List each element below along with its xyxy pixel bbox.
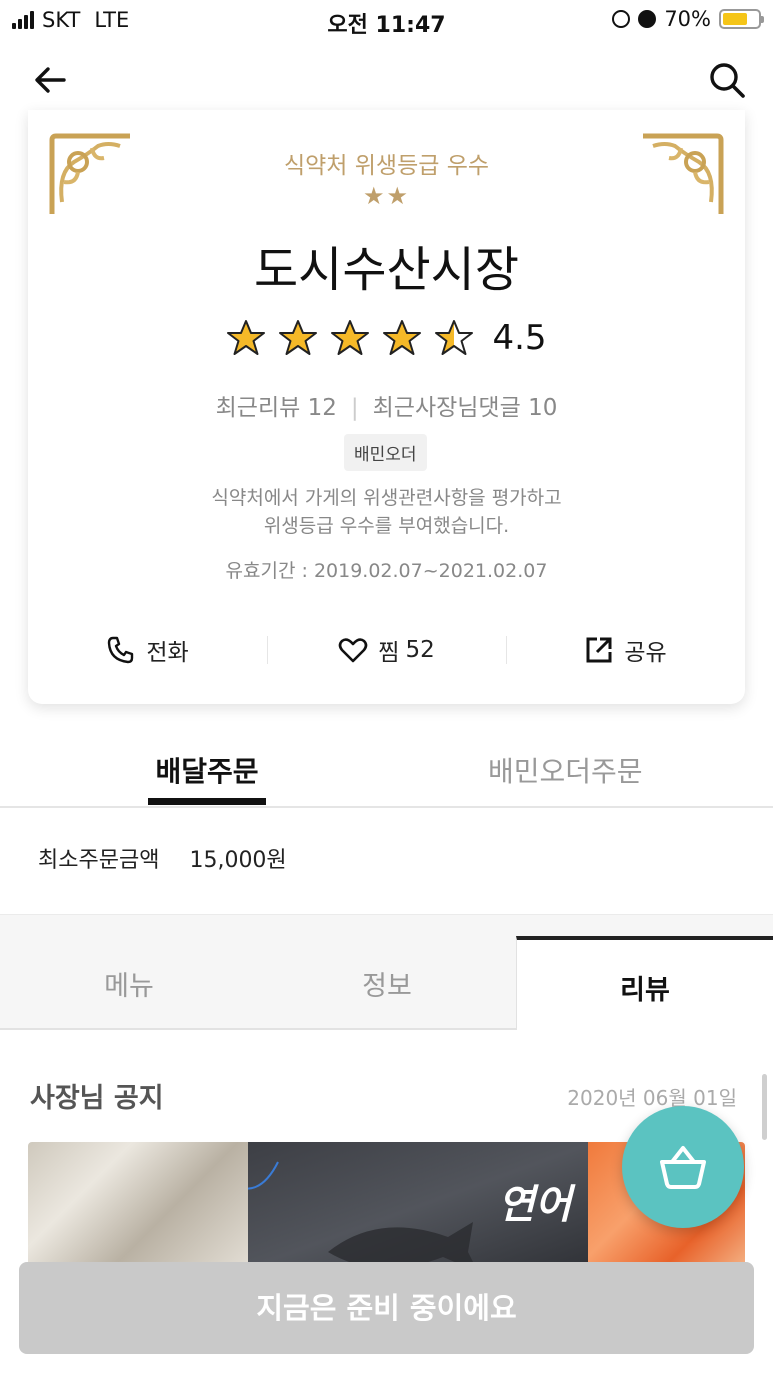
validity-period: 유효기간 : 2019.02.07~2021.02.07 [225,560,548,582]
notice-date: 2020년 06월 01일 [567,1086,737,1110]
description-line: 위생등급 우수를 부여했습니다. [263,515,510,537]
tab-review[interactable]: 리뷰 [516,936,773,1030]
hygiene-grade-stars: ★★ [362,182,411,210]
owner-replies-link[interactable]: 최근사장님댓글 10 [373,395,558,421]
owner-replies-label: 최근사장님댓글 [372,395,521,421]
rotation-lock-icon [612,10,631,28]
order-tabs: 배달주문 배민오더주문 [0,730,773,808]
recent-reviews-link[interactable]: 최근리뷰 12 [216,395,337,421]
like-count: 52 [405,637,435,663]
fish-photo [28,1142,248,1272]
star-icon [331,320,370,355]
section-divider [0,914,773,938]
scrollbar[interactable] [762,1074,767,1140]
top-nav [0,50,773,110]
like-button[interactable]: 찜 52 [267,620,506,680]
order-cta-button[interactable]: 지금은 준비 중이에요 [19,1262,754,1354]
arrow-left-icon[interactable] [30,60,70,100]
hygiene-grade: 식약처 위생등급 우수 [283,153,490,179]
share-icon [586,637,612,663]
share-label: 공유 [624,640,667,666]
star-icon [383,320,422,355]
recent-reviews-count: 12 [307,395,337,421]
tab-baemin-order[interactable]: 배민오더주문 [488,750,643,790]
cart-button[interactable] [622,1106,744,1228]
basket-icon [660,1146,706,1189]
store-card: 식약처 위생등급 우수 ★★ 도시수산시장 4.5 최근리뷰 12 | 최근사장님댓… [28,110,745,704]
tab-info[interactable]: 정보 [258,936,516,1030]
store-rating: 4.5 [28,318,745,358]
baemin-order-badge: 배민오더 [344,434,427,471]
store-name: 도시수산시장 [254,242,519,298]
star-icon [279,320,318,355]
store-actions: 전화 찜 52 공유 [28,620,745,680]
min-order-value: 15,000원 [189,848,287,873]
like-label: 찜 [378,640,400,666]
min-order-row: 최소주문금액 15,000원 [38,842,287,874]
tab-delivery-order[interactable]: 배달주문 [148,750,266,805]
half-star-icon [435,320,474,355]
description-line: 식약처에서 가게의 위생관련사항을 평가하고 [211,487,562,509]
notice-title: 사장님 공지 [30,1083,164,1114]
battery-icon [719,9,764,29]
separator: | [350,395,359,421]
call-button[interactable]: 전화 [28,620,267,680]
status-right: 70% [612,7,764,31]
battery-percent: 70% [664,7,711,31]
heart-icon [338,638,368,663]
call-label: 전화 [146,640,189,666]
tab-menu[interactable]: 메뉴 [0,936,258,1030]
recent-reviews-label: 최근리뷰 [215,395,301,421]
search-icon[interactable] [707,60,747,100]
rating-score: 4.5 [492,318,547,358]
hygiene-description: 식약처에서 가게의 위생관련사항을 평가하고 위생등급 우수를 부여했습니다. [28,484,745,540]
alarm-icon [638,10,657,28]
status-bar: SKT LTE 오전 11:47 70% [0,0,773,40]
owner-replies-count: 10 [528,395,558,421]
store-sub-tabs: 메뉴 정보 리뷰 [0,936,773,1030]
review-summary: 최근리뷰 12 | 최근사장님댓글 10 [28,388,745,422]
star-icon [227,320,266,355]
share-button[interactable]: 공유 [506,620,745,680]
notice-image-text: 연어 [498,1182,572,1228]
min-order-label: 최소주문금액 [38,848,160,873]
phone-icon [108,636,134,664]
